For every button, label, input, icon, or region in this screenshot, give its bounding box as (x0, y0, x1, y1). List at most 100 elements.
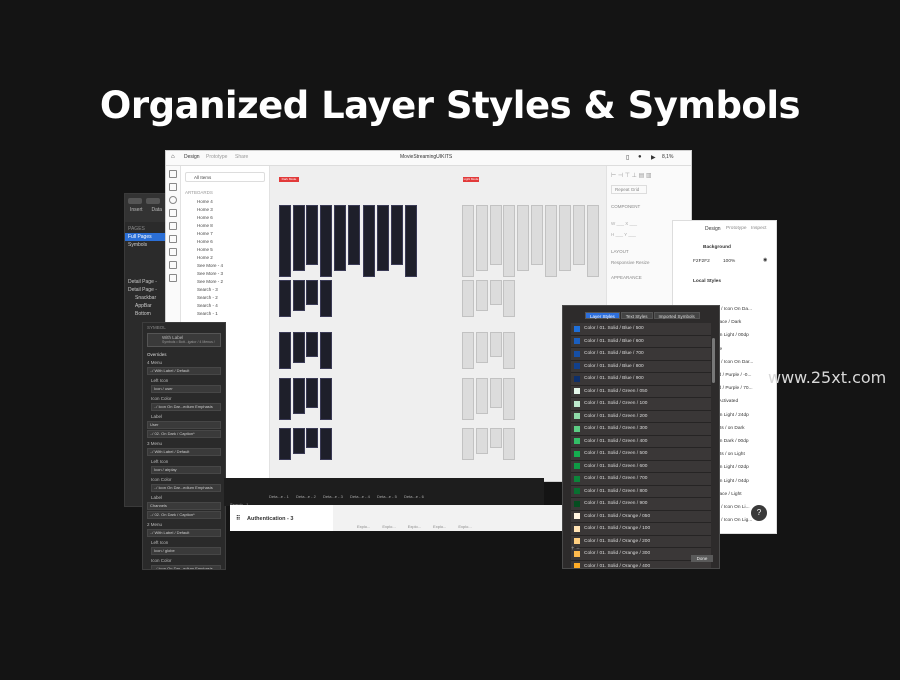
tab-layer-styles[interactable]: Layer Styles (585, 312, 620, 319)
data-label[interactable]: Data (152, 207, 163, 213)
pen-tool-icon[interactable] (169, 235, 177, 243)
layer-style-item[interactable]: Color / 01. Solid / Green / 200 (571, 410, 711, 423)
zoom-tool-icon[interactable] (169, 274, 177, 282)
layer-style-item[interactable]: Color / 01. Solid / Green / 600 (571, 460, 711, 473)
eye-icon[interactable]: ◉ (763, 258, 767, 263)
tab-inspect[interactable]: Inspect (751, 226, 766, 231)
authentication-label[interactable]: Authentication - 3 (247, 516, 293, 522)
home-icon[interactable]: ⌂ (171, 154, 175, 160)
layer-style-item[interactable]: Color / 01. Solid / Green / 500 (571, 448, 711, 461)
artboard-item[interactable]: See More - 3 (181, 269, 269, 277)
repeat-grid-button[interactable]: Repeat Grid (611, 185, 647, 194)
artboard-item[interactable]: Search - 4 (181, 301, 269, 309)
layer-row[interactable]: Detail Page - (125, 286, 169, 294)
line-tool-icon[interactable] (169, 222, 177, 230)
artboard-item[interactable]: Home 3 (181, 205, 269, 213)
artboard-item[interactable]: See More - 2 (181, 277, 269, 285)
layer-style-item[interactable]: Color / 01. Solid / Blue / 800 (571, 360, 711, 373)
icon-color-field[interactable]: ../ Icon On Dar...edium Emphasis (151, 565, 221, 569)
label-style-field[interactable]: ../ 02. On Dark / Caption* (147, 511, 221, 519)
ellipse-tool-icon[interactable] (169, 196, 177, 204)
explore-label[interactable]: Explo... (357, 524, 370, 529)
frame-label[interactable]: Deta...e - 3 (323, 494, 347, 499)
page-symbols[interactable]: Symbols (125, 241, 169, 249)
zoom-level[interactable]: 8,1% (662, 154, 673, 160)
layer-style-item[interactable]: Color / 01. Solid / Green / 050 (571, 385, 711, 398)
layer-style-item[interactable]: Color / 01. Solid / Blue / 700 (571, 348, 711, 361)
layer-row[interactable]: AppBar (125, 302, 169, 310)
tab-prototype[interactable]: Prototype (206, 154, 227, 160)
artboard-item[interactable]: Home 6 (181, 213, 269, 221)
select-tool-icon[interactable] (169, 170, 177, 178)
artboard-item[interactable]: Home 2 (181, 253, 269, 261)
menu-value-field[interactable]: ../ With Label / Default (147, 448, 221, 456)
artboard-item[interactable]: Home 8 (181, 221, 269, 229)
frame-label[interactable]: Deta...e - 5 (377, 494, 401, 499)
search-input[interactable]: All Items (185, 172, 265, 182)
tab-prototype[interactable]: Prototype (726, 226, 747, 231)
menu-value-field[interactable]: ../ With Label / Default (147, 367, 221, 375)
label-value-field[interactable]: Channels (147, 502, 221, 510)
frame-label[interactable]: Deta...e - 4 (350, 494, 374, 499)
add-remove-icons[interactable]: + − (571, 546, 580, 552)
data-icon[interactable] (146, 198, 160, 204)
drag-icon[interactable]: ⠿ (236, 515, 240, 522)
layer-style-item[interactable]: Color / 01. Solid / Blue / 600 (571, 335, 711, 348)
done-button[interactable]: Done (691, 555, 713, 562)
device-icon[interactable]: ▯ (626, 154, 629, 161)
explore-label[interactable]: Explo... (408, 524, 421, 529)
layer-style-item[interactable]: Color / 01. Solid / Green / 300 (571, 423, 711, 436)
frame-label[interactable]: Deta...e - 1 (269, 494, 293, 499)
tab-design[interactable]: Design (184, 154, 200, 160)
help-button[interactable]: ? (751, 505, 767, 521)
frame-label[interactable]: Deta...e - 6 (404, 494, 428, 499)
layer-style-item[interactable]: Color / 01. Solid / Orange / 300 (571, 548, 711, 561)
layer-style-item[interactable]: Color / 01. Solid / Green / 900 (571, 498, 711, 511)
layer-style-item[interactable]: Color / 01. Solid / Orange / 050 (571, 510, 711, 523)
explore-label[interactable]: Explo... (433, 524, 446, 529)
symbol-selector[interactable]: With Label Symbols • Bott...igator / 4 M… (147, 333, 221, 347)
artboard-item[interactable]: Home 5 (181, 245, 269, 253)
tab-design[interactable]: Design (705, 226, 721, 232)
artboard-item[interactable]: Search - 1 (181, 309, 269, 317)
artboard-item[interactable]: Search - 3 (181, 285, 269, 293)
icon-color-field[interactable]: ../ Icon On Dar...edium Emphasis (151, 484, 221, 492)
layer-style-item[interactable]: Color / 01. Solid / Green / 700 (571, 473, 711, 486)
layer-style-item[interactable]: Color / 01. Solid / Blue / 500 (571, 323, 711, 336)
tab-imported-symbols[interactable]: Imported Symbols (653, 312, 700, 319)
tab-text-styles[interactable]: Text Styles (620, 312, 653, 319)
layer-style-item[interactable]: Color / 01. Solid / Orange / 400 (571, 560, 711, 568)
layer-row[interactable]: Snackbar (125, 294, 169, 302)
left-icon-field[interactable]: Icon / airplay (151, 466, 221, 474)
label-style-field[interactable]: ../ 02. On Dark / Caption* (147, 430, 221, 438)
artboard-item[interactable]: Search - 2 (181, 293, 269, 301)
artboard-item[interactable]: Home 4 (181, 197, 269, 205)
label-value-field[interactable]: User (147, 421, 221, 429)
left-icon-field[interactable]: Icon / globe (151, 547, 221, 555)
menu-value-field[interactable]: ../ With Label / Default (147, 529, 221, 537)
explore-label[interactable]: Explo... (382, 524, 395, 529)
layer-style-item[interactable]: Color / 01. Solid / Green / 400 (571, 435, 711, 448)
artboard-item[interactable]: See More - 4 (181, 261, 269, 269)
text-tool-icon[interactable] (169, 248, 177, 256)
insert-label[interactable]: Insert (130, 207, 143, 213)
frame-label[interactable]: Deta...e - 2 (296, 494, 320, 499)
artboard-item[interactable]: Home 6 (181, 237, 269, 245)
document-title[interactable]: MovieStreamingUIKITS (400, 154, 452, 160)
layer-row[interactable]: Detail Page - (125, 278, 169, 286)
insert-icon[interactable] (128, 198, 142, 204)
left-icon-field[interactable]: Icon / user (151, 385, 221, 393)
layer-row[interactable]: Bottom (125, 310, 169, 318)
user-icon[interactable]: ● (638, 154, 642, 160)
layer-style-item[interactable]: Color / 01. Solid / Green / 100 (571, 398, 711, 411)
design-canvas[interactable]: Dark Mode Light Mode (270, 166, 607, 481)
polygon-tool-icon[interactable] (169, 209, 177, 217)
tab-share[interactable]: Share (235, 154, 248, 160)
page-full-pages[interactable]: Full Pages (125, 233, 169, 241)
layer-style-item[interactable]: Color / 01. Solid / Green / 800 (571, 485, 711, 498)
explore-label[interactable]: Explo... (458, 524, 471, 529)
layer-style-item[interactable]: Color / 01. Solid / Orange / 100 (571, 523, 711, 536)
play-icon[interactable]: ▶ (651, 154, 656, 161)
background-opacity[interactable]: 100% (723, 259, 735, 264)
artboard-tool-icon[interactable] (169, 261, 177, 269)
